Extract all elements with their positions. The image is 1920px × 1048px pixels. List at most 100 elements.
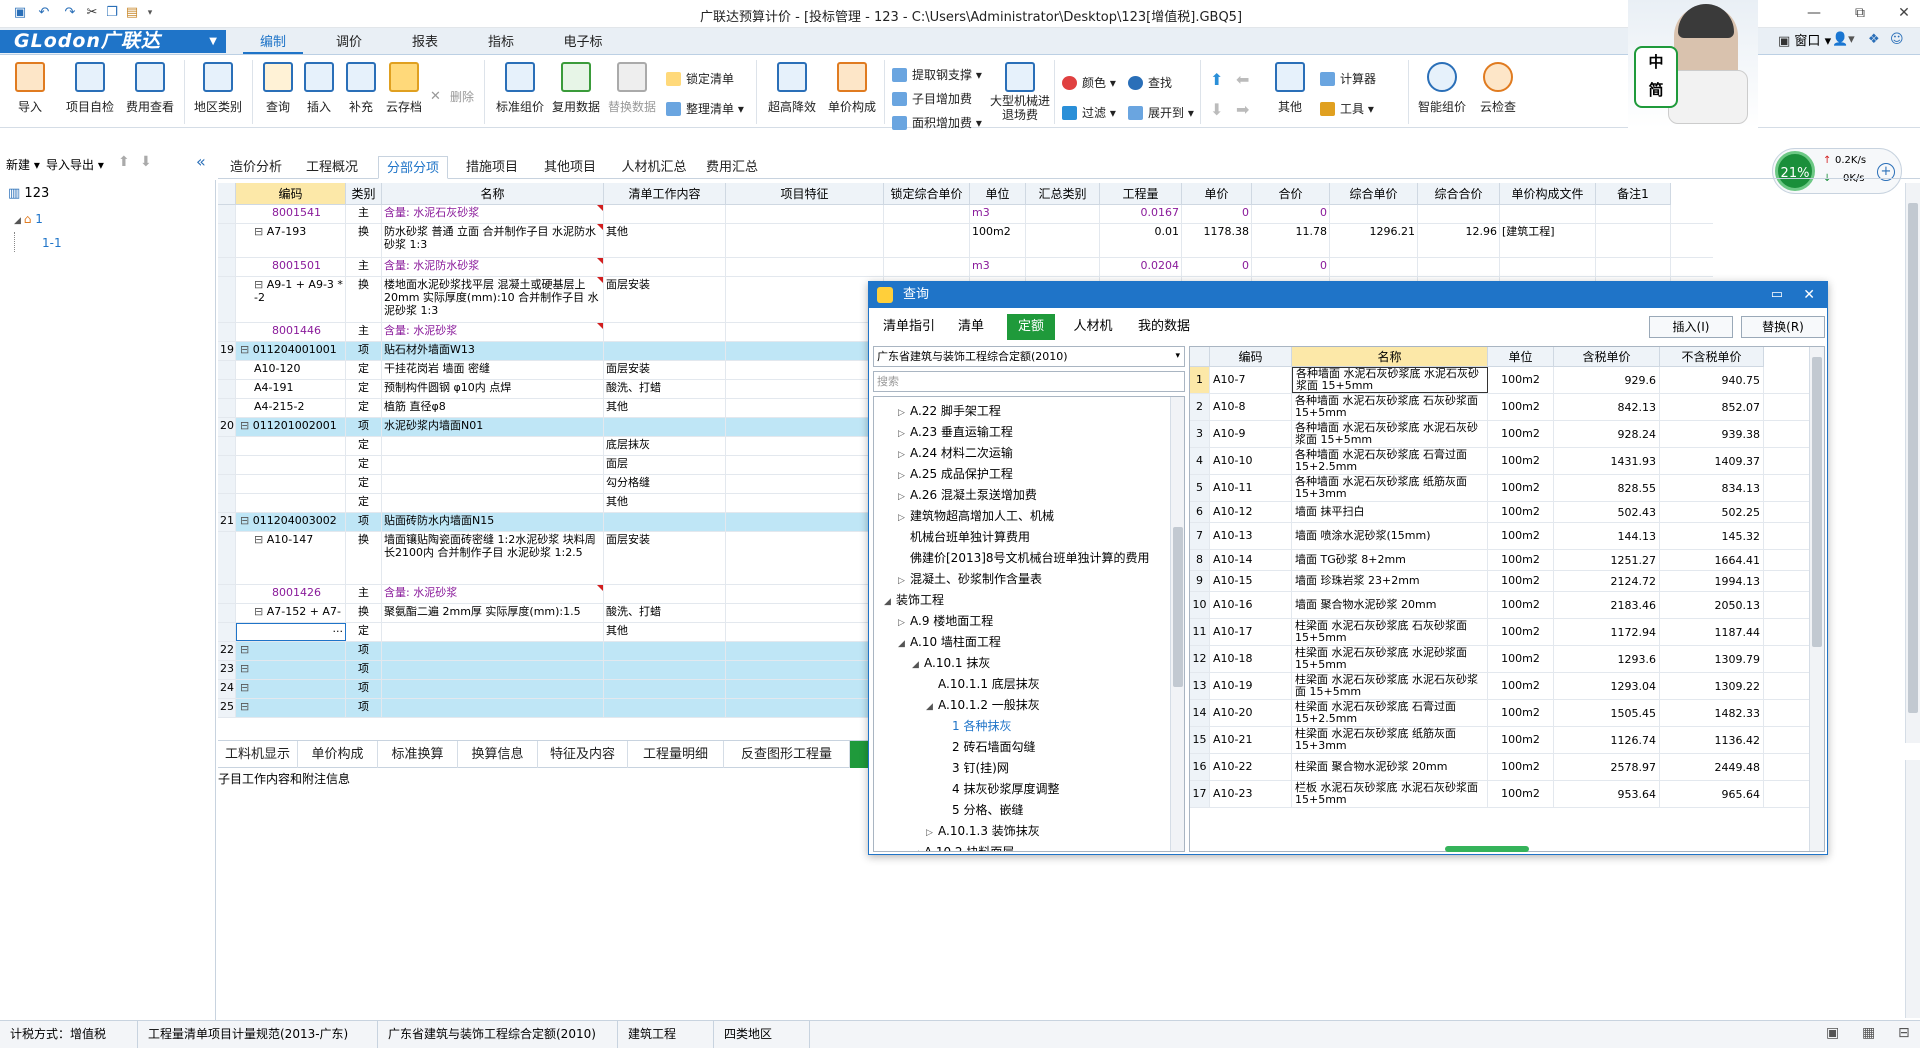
quota-row[interactable]: 1 A10-7 各种墙面 水泥石灰砂浆底 水泥石灰砂浆面 15+5mm 100m2 92… [1190,367,1824,394]
tree-arrow-icon[interactable]: ▷ [898,613,910,633]
tab-labor-material-summary[interactable]: 人材机汇总 [618,156,690,179]
minus-icon[interactable]: ⊟ [1898,1025,1910,1041]
menu-tab-edit[interactable]: 编制 [243,32,303,54]
grid-cell-type[interactable]: 换 [346,532,382,584]
unit-price-composition-button[interactable]: 单价构成 [824,62,880,115]
dialog-tab-my-data[interactable]: 我的数据 [1131,314,1197,340]
grid-cell-work[interactable] [604,513,726,531]
grid-cell-code[interactable]: A4-215-2 [236,399,346,417]
grid-cell-name[interactable]: 防水砂浆 普通 立面 合并制作子目 水泥防水砂浆 1:3 [382,224,604,257]
grid-cell-code[interactable]: ··· [236,623,346,641]
query-button[interactable]: 查询 [256,62,300,115]
tree-arrow-icon[interactable]: ▷ [926,823,938,843]
grid-header-cell[interactable]: 编码 [236,183,346,205]
grid-cell-work[interactable] [604,258,726,276]
quota-header-cell[interactable]: 不含税单价 [1660,347,1764,367]
grid-cell-utotal[interactable]: 12.96 [1418,224,1500,257]
help-icon[interactable]: ❖ [1868,32,1880,47]
quota-cell-code[interactable]: A10-15 [1210,571,1292,591]
quota-cell-n[interactable]: 6 [1190,502,1210,522]
standard-pricing-button[interactable]: 标准组价 [494,62,546,115]
quota-cell-p2[interactable]: 940.75 [1660,367,1764,393]
quota-cell-p2[interactable]: 965.64 [1660,781,1764,807]
quota-cell-name[interactable]: 各种墙面 水泥石灰砂浆底 纸筋灰面 15+3mm [1292,475,1488,501]
grid-header-cell[interactable]: 类别 [346,183,382,205]
find-button[interactable]: 查找 [1126,72,1172,94]
grid-cell-type[interactable]: 定 [346,494,382,512]
quota-library-select[interactable]: 广东省建筑与装饰工程综合定额(2010) ▾ [873,346,1185,367]
grid-cell-name[interactable] [382,437,604,455]
grid-cell-seq[interactable] [218,456,236,474]
table-row[interactable]: 8001501 主 含量: 水泥防水砂浆 m3 0.0204 0 0 [218,258,1713,277]
logo-dropdown-icon[interactable]: ▼ [209,30,218,53]
grid-cell-type[interactable]: 换 [346,277,382,322]
grid-cell-feat[interactable] [726,494,884,512]
quota-cell-n[interactable]: 14 [1190,700,1210,726]
grid-cell-code[interactable]: ⊟ A7-193 [236,224,346,257]
calculator-button[interactable]: 计算器 [1318,68,1376,90]
grid-cell-lock[interactable] [884,224,970,257]
quota-cell-unit[interactable]: 100m2 [1488,781,1554,807]
grid-cell-seq[interactable] [218,623,236,641]
grid-cell-type[interactable]: 定 [346,623,382,641]
quota-cell-name[interactable]: 柱梁面 水泥石灰砂浆底 水泥砂浆面 15+5mm [1292,646,1488,672]
quota-cell-code[interactable]: A10-22 [1210,754,1292,780]
grid-cell-sum[interactable] [1026,224,1100,257]
tree-node-single[interactable]: ◢ ⌂ 1 [14,212,43,226]
quota-cell-p1[interactable]: 1293.04 [1554,673,1660,699]
tab-reverse-check-graphic[interactable]: 反查图形工程量 [724,741,850,768]
grid-cell-file[interactable] [1500,258,1596,276]
grid-cell-code[interactable]: ⊟ [236,699,346,717]
cloud-archive-button[interactable]: 云存档 [382,62,426,115]
tree-node[interactable]: 佛建价[2013]8号文机械台班单独计算的费用 [898,548,1150,568]
grid-cell-work[interactable] [604,342,726,360]
grid-cell-name[interactable]: 贴石材外墙面W13 [382,342,604,360]
grid-cell-work[interactable] [604,642,726,660]
large-machinery-button[interactable]: 大型机械进退场费 [990,62,1050,122]
grid-cell-seq[interactable] [218,532,236,584]
grid-cell-feat[interactable] [726,399,884,417]
quota-cell-p2[interactable]: 939.38 [1660,421,1764,447]
grid-cell-type[interactable]: 定 [346,380,382,398]
tree-arrow-icon[interactable]: ◢ [898,634,910,654]
tree-arrow-icon[interactable]: ▷ [898,403,910,423]
grid-cell-type[interactable]: 主 [346,585,382,603]
quota-row[interactable]: 15 A10-21 柱梁面 水泥石灰砂浆底 纸筋灰面 15+3mm 100m2 1126… [1190,727,1824,754]
quota-cell-code[interactable]: A10-21 [1210,727,1292,753]
grid-cell-rem[interactable] [1596,258,1671,276]
grid-cell-feat[interactable] [726,642,884,660]
quota-cell-name[interactable]: 墙面 抹平扫白 [1292,502,1488,522]
quota-cell-p1[interactable]: 144.13 [1554,523,1660,549]
quota-row[interactable]: 9 A10-15 墙面 珍珠岩浆 23+2mm 100m2 2124.72 1994.13 [1190,571,1824,592]
dialog-tab-labor-material[interactable]: 人材机 [1065,314,1121,340]
quota-cell-n[interactable]: 12 [1190,646,1210,672]
grid-cell-work[interactable] [604,699,726,717]
tab-other-items[interactable]: 其他项目 [540,156,600,179]
quota-cell-name[interactable]: 墙面 珍珠岩浆 23+2mm [1292,571,1488,591]
grid-header-cell[interactable]: 清单工作内容 [604,183,726,205]
quota-cell-n[interactable]: 9 [1190,571,1210,591]
grid-cell-work[interactable] [604,585,726,603]
quota-row[interactable]: 16 A10-22 柱梁面 聚合物水泥砂浆 20mm 100m2 2578.97 2449… [1190,754,1824,781]
grid-cell-type[interactable]: 项 [346,680,382,698]
maximize-icon[interactable]: ▭ [1771,282,1783,308]
grid-header-cell[interactable]: 工程量 [1100,183,1182,205]
insert-button[interactable]: 插入 [300,62,338,115]
grid-cell-feat[interactable] [726,661,884,679]
quota-row[interactable]: 12 A10-18 柱梁面 水泥石灰砂浆底 水泥砂浆面 15+5mm 100m2 129… [1190,646,1824,673]
grid-cell-feat[interactable] [726,680,884,698]
chapter-tree-scrollbar[interactable] [1170,397,1184,851]
tree-arrow-icon[interactable]: ▷ [898,424,910,444]
table-row[interactable]: ⊟ A7-193 换 防水砂浆 普通 立面 合并制作子目 水泥防水砂浆 1:3 其他 1… [218,224,1713,258]
import-export-button[interactable]: 导入导出 ▾ [46,156,104,173]
grid-cell-work[interactable]: 面层安装 [604,532,726,584]
grid-cell-seq[interactable] [218,437,236,455]
quota-cell-unit[interactable]: 100m2 [1488,421,1554,447]
tree-node[interactable]: ◢ 装饰工程 [884,590,944,610]
quota-row[interactable]: 7 A10-13 墙面 喷涂水泥砂浆(15mm) 100m2 144.13 145.32 [1190,523,1824,550]
grid-cell-sum[interactable] [1026,258,1100,276]
grid-cell-name[interactable]: 含量: 水泥防水砂浆 [382,258,604,276]
grid-cell-code[interactable]: 8001426 [236,585,346,603]
quota-cell-p1[interactable]: 928.24 [1554,421,1660,447]
quota-cell-name[interactable]: 墙面 聚合物水泥砂浆 20mm [1292,592,1488,618]
